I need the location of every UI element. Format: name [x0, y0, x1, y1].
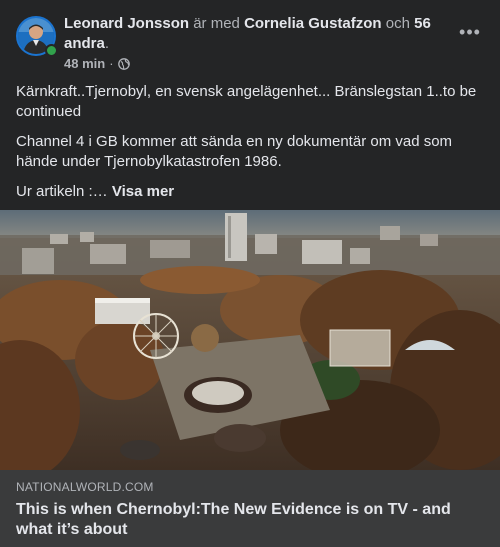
post-paragraph-2: Channel 4 i GB kommer att sända en ny do…	[16, 133, 453, 170]
post-header: Leonard Jonsson är med Cornelia Gustafzo…	[16, 14, 484, 76]
link-preview-image[interactable]	[0, 210, 500, 470]
period-text: .	[104, 35, 110, 52]
see-more-link[interactable]: Visa mer	[112, 183, 174, 200]
article-prefix: Ur artikeln :…	[16, 183, 108, 200]
link-preview-footer[interactable]: NATIONALWORLD.COM This is when Chernobyl…	[0, 470, 500, 547]
link-domain: NATIONALWORLD.COM	[16, 480, 154, 494]
post-timestamp[interactable]: 48 min	[64, 56, 105, 71]
feed-post: Leonard Jonsson är med Cornelia Gustafzo…	[0, 0, 500, 547]
tagged-person[interactable]: Cornelia Gustafzon	[244, 15, 382, 32]
author-line: Leonard Jonsson är med Cornelia Gustafzo…	[64, 14, 444, 54]
and-text: och	[385, 15, 410, 32]
post-paragraph-1: Kärnkraft..Tjernobyl, en svensk angeläge…	[16, 83, 477, 120]
chernobyl-aerial-photo	[0, 210, 500, 470]
more-options-button[interactable]: •••	[456, 22, 484, 42]
globe-icon[interactable]	[117, 57, 130, 70]
with-text: är med	[193, 15, 240, 32]
post-paragraph-3: Ur artikeln :… Visa mer	[16, 182, 484, 202]
link-title[interactable]: This is when Chernobyl:The New Evidence …	[16, 500, 484, 540]
online-status-dot	[45, 44, 58, 57]
meta-separator: ·	[109, 56, 114, 71]
post-text: Kärnkraft..Tjernobyl, en svensk angeläge…	[16, 82, 484, 212]
post-meta: 48 min ·	[64, 56, 130, 71]
author-name[interactable]: Leonard Jonsson	[64, 15, 189, 32]
author-avatar[interactable]	[16, 16, 58, 57]
